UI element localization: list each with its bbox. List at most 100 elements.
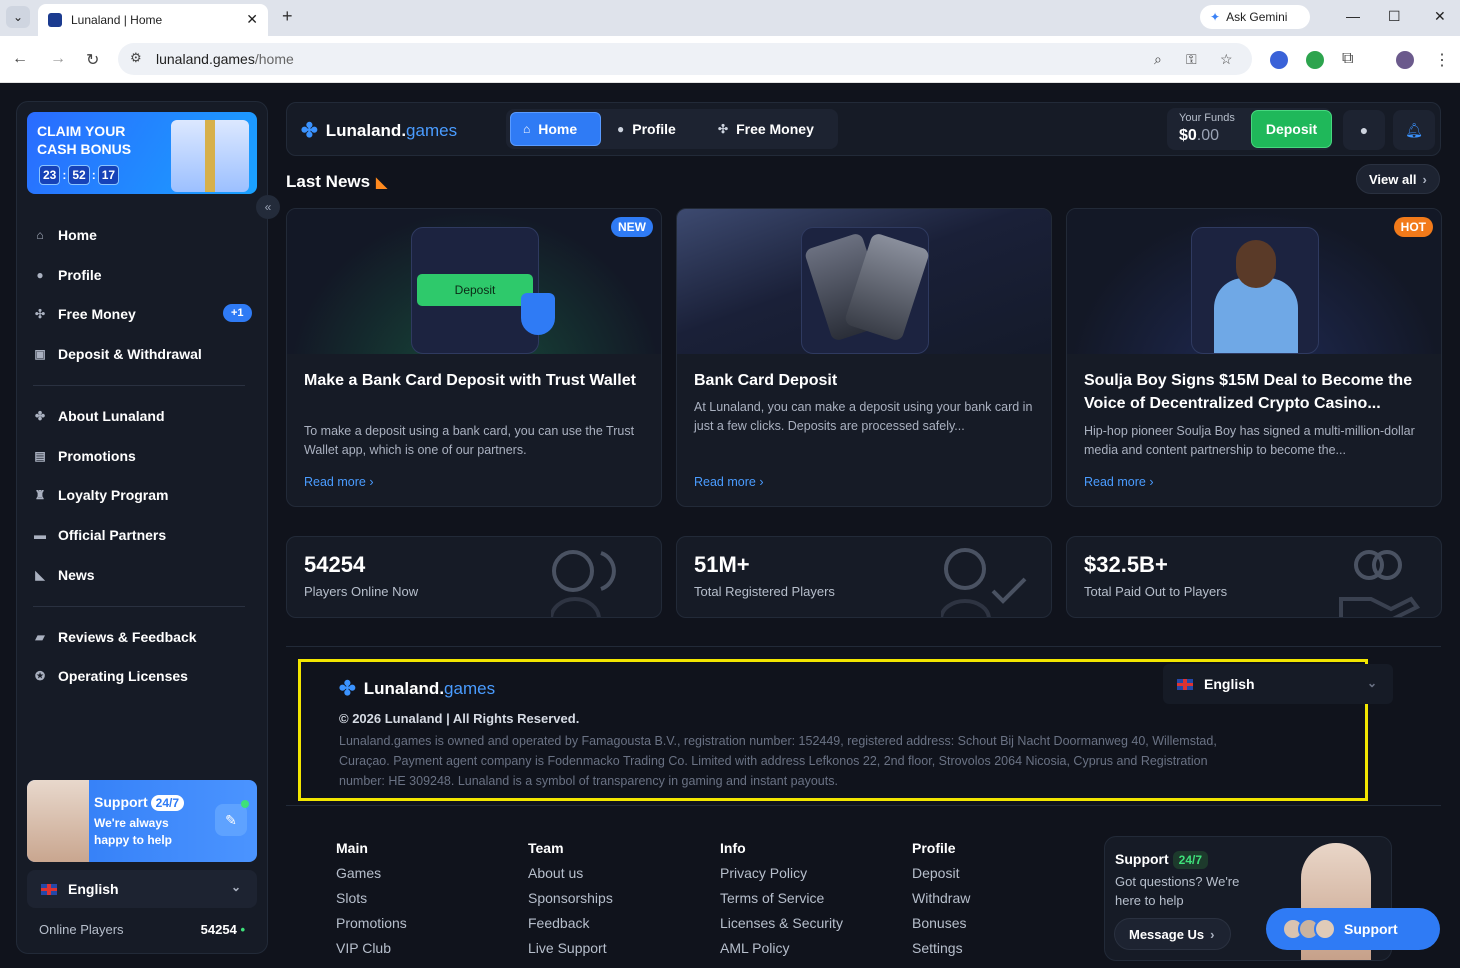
uk-flag-icon	[41, 883, 57, 895]
collapse-sidebar-button[interactable]: «	[256, 195, 280, 219]
timer-hours: 23	[39, 165, 61, 185]
language-select[interactable]: English ⌄	[27, 870, 257, 908]
browser-menu-icon[interactable]: ⋮	[1434, 50, 1450, 70]
profile-avatar[interactable]	[1396, 51, 1414, 69]
view-all-button[interactable]: View all ›	[1356, 164, 1440, 194]
timer-seconds: 17	[97, 165, 120, 185]
support-chat-button[interactable]: Support	[1266, 908, 1440, 950]
bonus-countdown: 23: 52: 17	[37, 165, 121, 185]
sidebar-item-label: Official Partners	[58, 527, 167, 543]
chevron-right-icon: ›	[1210, 926, 1215, 942]
url-text[interactable]: lunaland.games/home	[156, 51, 294, 67]
extensions-puzzle-icon[interactable]: ⧉	[1342, 50, 1353, 68]
sidebar-item-loyalty[interactable]: ♜ Loyalty Program	[33, 480, 169, 510]
sidebar-item-label: Operating Licenses	[58, 668, 188, 684]
deposit-button[interactable]: Deposit	[1251, 110, 1332, 148]
sidebar-item-partners[interactable]: ▬ Official Partners	[33, 520, 166, 550]
browser-tab[interactable]: Lunaland | Home ✕	[38, 4, 268, 36]
support-widget[interactable]: Support 24/7 We're always happy to help ✎	[27, 780, 257, 862]
back-icon[interactable]: ←	[12, 50, 28, 68]
account-button[interactable]: ●	[1343, 110, 1385, 150]
tab-home[interactable]: ⌂ Home	[510, 112, 601, 146]
reload-icon[interactable]: ↻	[86, 50, 99, 70]
news-card[interactable]: Bank Card Deposit At Lunaland, you can m…	[676, 208, 1052, 507]
footer-link-games[interactable]: Games	[336, 865, 407, 882]
footer-link-settings[interactable]: Settings	[912, 940, 970, 957]
main-nav: ⌂ Home ● Profile ✣ Free Money	[506, 109, 838, 149]
footer-link-promotions[interactable]: Promotions	[336, 915, 407, 932]
footer-link-vip-club[interactable]: VIP Club	[336, 940, 407, 957]
chat-icon[interactable]: ✎	[215, 804, 247, 836]
news-card[interactable]: HOT Soulja Boy Signs $15M Deal to Become…	[1066, 208, 1442, 507]
site-info-icon[interactable]: ⚙	[130, 50, 142, 66]
tab-free-money[interactable]: ✣ Free Money	[706, 112, 826, 146]
tab-title: Lunaland | Home	[71, 13, 163, 27]
extension-grammarly-icon[interactable]	[1306, 51, 1324, 69]
footer-brand-logo[interactable]: ✤ Lunaland. games	[339, 676, 495, 701]
sidebar-item-home[interactable]: ⌂ Home	[33, 220, 97, 250]
shield-icon	[521, 293, 555, 335]
footer-link-withdraw[interactable]: Withdraw	[912, 890, 970, 907]
read-more-link[interactable]: Read more ›	[1084, 475, 1154, 489]
footer-link-aml[interactable]: AML Policy	[720, 940, 843, 957]
footer-language-select[interactable]: English ⌄	[1163, 664, 1393, 704]
new-tab-icon[interactable]: +	[282, 6, 293, 27]
badge-icon: ✪	[34, 669, 46, 683]
cash-bonus-banner[interactable]: CLAIM YOUR CASH BONUS 23: 52: 17	[27, 112, 257, 194]
sidebar-item-free-money[interactable]: ✣ Free Money +1	[33, 299, 252, 329]
footer-link-sponsorships[interactable]: Sponsorships	[528, 890, 613, 907]
ask-gemini-button[interactable]: ✦ Ask Gemini	[1200, 5, 1310, 29]
address-bar-row: ← → ↻ ⚙ lunaland.games/home ⌕ ⚿ ☆ ⧉ ⋮	[0, 36, 1460, 83]
sidebar-item-reviews[interactable]: ▰ Reviews & Feedback	[33, 622, 196, 652]
footer-link-bonuses[interactable]: Bonuses	[912, 915, 970, 932]
read-more-link[interactable]: Read more ›	[304, 475, 374, 489]
footer-link-deposit[interactable]: Deposit	[912, 865, 970, 882]
zoom-icon[interactable]: ⌕	[1154, 51, 1162, 68]
sidebar-item-profile[interactable]: ● Profile	[33, 260, 101, 290]
coins-hand-icon	[1339, 550, 1421, 617]
footer-link-slots[interactable]: Slots	[336, 890, 407, 907]
support-hours-badge: 24/7	[150, 795, 185, 811]
footer-column-team: Team About us Sponsorships Feedback Live…	[528, 840, 613, 965]
sidebar-item-promotions[interactable]: ▤ Promotions	[33, 441, 135, 471]
sidebar-item-label: Deposit & Withdrawal	[58, 346, 202, 362]
sidebar-item-licenses[interactable]: ✪ Operating Licenses	[33, 661, 188, 691]
brand-logo[interactable]: ✤ Lunaland. games	[301, 118, 457, 143]
forward-icon[interactable]: →	[50, 50, 66, 68]
message-us-button[interactable]: Message Us ›	[1114, 918, 1231, 950]
trophy-icon: ♜	[34, 488, 46, 502]
news-card-image	[677, 209, 1051, 354]
footer-link-feedback[interactable]: Feedback	[528, 915, 613, 932]
news-tag-new: NEW	[611, 217, 653, 237]
minimize-icon[interactable]: —	[1346, 8, 1360, 24]
footer-link-live-support[interactable]: Live Support	[528, 940, 613, 957]
chevron-right-icon: ›	[1149, 475, 1154, 489]
maximize-icon[interactable]: ☐	[1388, 8, 1401, 25]
tab-profile[interactable]: ● Profile	[605, 112, 688, 146]
footer-link-licenses[interactable]: Licenses & Security	[720, 915, 843, 932]
read-more-link[interactable]: Read more ›	[694, 475, 764, 489]
footer-column-title: Info	[720, 840, 746, 856]
tab-search-button[interactable]: ⌄	[6, 6, 30, 28]
news-card[interactable]: Deposit NEW Make a Bank Card Deposit wit…	[286, 208, 662, 507]
bookmark-star-icon[interactable]: ☆	[1220, 51, 1233, 68]
footer-link-privacy[interactable]: Privacy Policy	[720, 865, 843, 882]
omnibox[interactable]: ⚙ lunaland.games/home ⌕ ⚿ ☆	[118, 43, 1252, 75]
extension-vpn-icon[interactable]	[1270, 51, 1288, 69]
users-outline-icon	[551, 550, 616, 617]
url-path: /home	[254, 51, 294, 67]
clover-logo-icon: ✤	[339, 678, 356, 700]
close-tab-icon[interactable]: ✕	[246, 11, 258, 28]
sidebar-item-about[interactable]: ✤ About Lunaland	[33, 401, 165, 431]
sidebar-item-news[interactable]: ◣ News	[33, 560, 94, 590]
notifications-button[interactable]: 🔔︎	[1393, 110, 1435, 150]
footer-link-about-us[interactable]: About us	[528, 865, 613, 882]
password-key-icon[interactable]: ⚿	[1186, 51, 1197, 68]
close-window-icon[interactable]: ✕	[1434, 8, 1446, 25]
news-card-title: Bank Card Deposit	[694, 372, 838, 389]
sidebar: CLAIM YOUR CASH BONUS 23: 52: 17 ⌂ Home ●…	[16, 101, 268, 954]
footer-link-terms[interactable]: Terms of Service	[720, 890, 843, 907]
sidebar-item-deposit-withdrawal[interactable]: ▣ Deposit & Withdrawal	[33, 339, 202, 369]
chevron-right-icon: ›	[759, 475, 764, 489]
gemini-label: Ask Gemini	[1226, 10, 1288, 24]
